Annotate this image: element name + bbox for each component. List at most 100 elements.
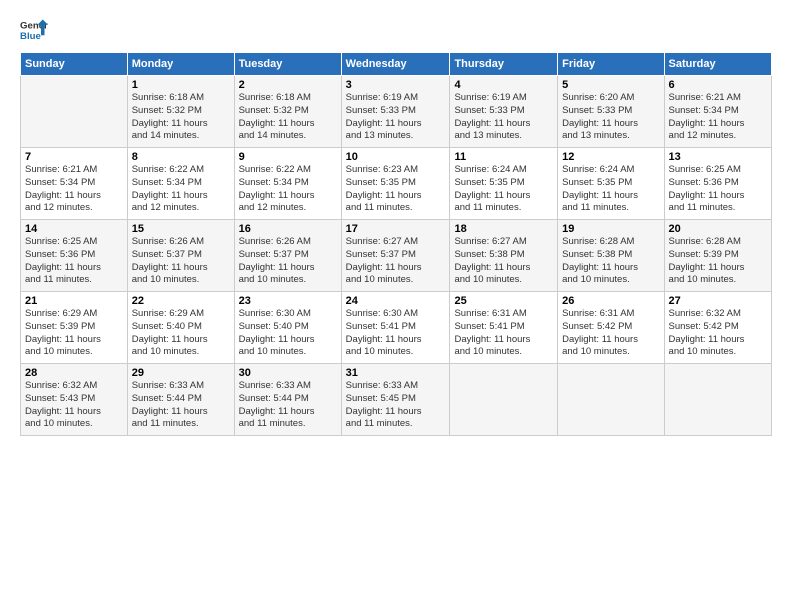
- day-info: Sunrise: 6:28 AM Sunset: 5:38 PM Dayligh…: [562, 236, 659, 287]
- calendar-week-4: 21Sunrise: 6:29 AM Sunset: 5:39 PM Dayli…: [21, 292, 772, 364]
- calendar-cell: [558, 364, 664, 436]
- day-number: 8: [132, 151, 230, 163]
- day-number: 25: [454, 295, 553, 307]
- calendar-week-2: 7Sunrise: 6:21 AM Sunset: 5:34 PM Daylig…: [21, 148, 772, 220]
- day-number: 5: [562, 79, 659, 91]
- calendar-cell: 14Sunrise: 6:25 AM Sunset: 5:36 PM Dayli…: [21, 220, 128, 292]
- calendar-header-wednesday: Wednesday: [341, 53, 450, 76]
- calendar-cell: [664, 364, 771, 436]
- day-info: Sunrise: 6:30 AM Sunset: 5:41 PM Dayligh…: [346, 308, 446, 359]
- day-number: 11: [454, 151, 553, 163]
- calendar-cell: 2Sunrise: 6:18 AM Sunset: 5:32 PM Daylig…: [234, 76, 341, 148]
- calendar-cell: 7Sunrise: 6:21 AM Sunset: 5:34 PM Daylig…: [21, 148, 128, 220]
- day-info: Sunrise: 6:25 AM Sunset: 5:36 PM Dayligh…: [25, 236, 123, 287]
- calendar-cell: 3Sunrise: 6:19 AM Sunset: 5:33 PM Daylig…: [341, 76, 450, 148]
- calendar-cell: [450, 364, 558, 436]
- day-info: Sunrise: 6:28 AM Sunset: 5:39 PM Dayligh…: [669, 236, 767, 287]
- day-info: Sunrise: 6:27 AM Sunset: 5:38 PM Dayligh…: [454, 236, 553, 287]
- calendar-cell: [21, 76, 128, 148]
- day-info: Sunrise: 6:23 AM Sunset: 5:35 PM Dayligh…: [346, 164, 446, 215]
- day-number: 2: [239, 79, 337, 91]
- calendar-cell: 22Sunrise: 6:29 AM Sunset: 5:40 PM Dayli…: [127, 292, 234, 364]
- day-info: Sunrise: 6:31 AM Sunset: 5:42 PM Dayligh…: [562, 308, 659, 359]
- calendar-cell: 19Sunrise: 6:28 AM Sunset: 5:38 PM Dayli…: [558, 220, 664, 292]
- day-number: 22: [132, 295, 230, 307]
- calendar-header-saturday: Saturday: [664, 53, 771, 76]
- day-number: 23: [239, 295, 337, 307]
- calendar-cell: 17Sunrise: 6:27 AM Sunset: 5:37 PM Dayli…: [341, 220, 450, 292]
- calendar-header-tuesday: Tuesday: [234, 53, 341, 76]
- calendar-cell: 28Sunrise: 6:32 AM Sunset: 5:43 PM Dayli…: [21, 364, 128, 436]
- day-number: 29: [132, 367, 230, 379]
- calendar-header-thursday: Thursday: [450, 53, 558, 76]
- day-info: Sunrise: 6:30 AM Sunset: 5:40 PM Dayligh…: [239, 308, 337, 359]
- calendar-cell: 15Sunrise: 6:26 AM Sunset: 5:37 PM Dayli…: [127, 220, 234, 292]
- calendar-cell: 8Sunrise: 6:22 AM Sunset: 5:34 PM Daylig…: [127, 148, 234, 220]
- header: General Blue: [20, 16, 772, 44]
- calendar-cell: 24Sunrise: 6:30 AM Sunset: 5:41 PM Dayli…: [341, 292, 450, 364]
- day-info: Sunrise: 6:19 AM Sunset: 5:33 PM Dayligh…: [346, 92, 446, 143]
- calendar-cell: 5Sunrise: 6:20 AM Sunset: 5:33 PM Daylig…: [558, 76, 664, 148]
- day-info: Sunrise: 6:20 AM Sunset: 5:33 PM Dayligh…: [562, 92, 659, 143]
- day-info: Sunrise: 6:19 AM Sunset: 5:33 PM Dayligh…: [454, 92, 553, 143]
- day-number: 30: [239, 367, 337, 379]
- calendar-cell: 1Sunrise: 6:18 AM Sunset: 5:32 PM Daylig…: [127, 76, 234, 148]
- day-info: Sunrise: 6:32 AM Sunset: 5:42 PM Dayligh…: [669, 308, 767, 359]
- day-info: Sunrise: 6:22 AM Sunset: 5:34 PM Dayligh…: [239, 164, 337, 215]
- day-info: Sunrise: 6:26 AM Sunset: 5:37 PM Dayligh…: [239, 236, 337, 287]
- calendar-cell: 11Sunrise: 6:24 AM Sunset: 5:35 PM Dayli…: [450, 148, 558, 220]
- calendar-cell: 29Sunrise: 6:33 AM Sunset: 5:44 PM Dayli…: [127, 364, 234, 436]
- day-number: 3: [346, 79, 446, 91]
- day-info: Sunrise: 6:33 AM Sunset: 5:44 PM Dayligh…: [239, 380, 337, 431]
- calendar-cell: 13Sunrise: 6:25 AM Sunset: 5:36 PM Dayli…: [664, 148, 771, 220]
- calendar-cell: 26Sunrise: 6:31 AM Sunset: 5:42 PM Dayli…: [558, 292, 664, 364]
- day-number: 27: [669, 295, 767, 307]
- day-info: Sunrise: 6:18 AM Sunset: 5:32 PM Dayligh…: [132, 92, 230, 143]
- calendar-cell: 16Sunrise: 6:26 AM Sunset: 5:37 PM Dayli…: [234, 220, 341, 292]
- day-info: Sunrise: 6:26 AM Sunset: 5:37 PM Dayligh…: [132, 236, 230, 287]
- svg-text:Blue: Blue: [20, 31, 41, 42]
- calendar-page: General Blue SundayMondayTuesdayWednesda…: [0, 0, 792, 612]
- calendar-header-sunday: Sunday: [21, 53, 128, 76]
- calendar-cell: 23Sunrise: 6:30 AM Sunset: 5:40 PM Dayli…: [234, 292, 341, 364]
- day-info: Sunrise: 6:29 AM Sunset: 5:39 PM Dayligh…: [25, 308, 123, 359]
- logo: General Blue: [20, 16, 52, 44]
- calendar-cell: 21Sunrise: 6:29 AM Sunset: 5:39 PM Dayli…: [21, 292, 128, 364]
- day-info: Sunrise: 6:32 AM Sunset: 5:43 PM Dayligh…: [25, 380, 123, 431]
- day-info: Sunrise: 6:24 AM Sunset: 5:35 PM Dayligh…: [454, 164, 553, 215]
- calendar-cell: 25Sunrise: 6:31 AM Sunset: 5:41 PM Dayli…: [450, 292, 558, 364]
- calendar-cell: 10Sunrise: 6:23 AM Sunset: 5:35 PM Dayli…: [341, 148, 450, 220]
- day-info: Sunrise: 6:27 AM Sunset: 5:37 PM Dayligh…: [346, 236, 446, 287]
- day-info: Sunrise: 6:24 AM Sunset: 5:35 PM Dayligh…: [562, 164, 659, 215]
- day-info: Sunrise: 6:25 AM Sunset: 5:36 PM Dayligh…: [669, 164, 767, 215]
- day-number: 6: [669, 79, 767, 91]
- day-number: 12: [562, 151, 659, 163]
- day-number: 17: [346, 223, 446, 235]
- day-number: 16: [239, 223, 337, 235]
- day-number: 28: [25, 367, 123, 379]
- day-info: Sunrise: 6:29 AM Sunset: 5:40 PM Dayligh…: [132, 308, 230, 359]
- calendar-week-3: 14Sunrise: 6:25 AM Sunset: 5:36 PM Dayli…: [21, 220, 772, 292]
- day-number: 19: [562, 223, 659, 235]
- calendar-cell: 20Sunrise: 6:28 AM Sunset: 5:39 PM Dayli…: [664, 220, 771, 292]
- calendar-week-5: 28Sunrise: 6:32 AM Sunset: 5:43 PM Dayli…: [21, 364, 772, 436]
- calendar-cell: 12Sunrise: 6:24 AM Sunset: 5:35 PM Dayli…: [558, 148, 664, 220]
- day-number: 15: [132, 223, 230, 235]
- calendar-table: SundayMondayTuesdayWednesdayThursdayFrid…: [20, 52, 772, 436]
- day-number: 1: [132, 79, 230, 91]
- day-number: 9: [239, 151, 337, 163]
- day-info: Sunrise: 6:22 AM Sunset: 5:34 PM Dayligh…: [132, 164, 230, 215]
- calendar-cell: 6Sunrise: 6:21 AM Sunset: 5:34 PM Daylig…: [664, 76, 771, 148]
- day-number: 21: [25, 295, 123, 307]
- day-number: 20: [669, 223, 767, 235]
- calendar-cell: 30Sunrise: 6:33 AM Sunset: 5:44 PM Dayli…: [234, 364, 341, 436]
- day-number: 24: [346, 295, 446, 307]
- day-info: Sunrise: 6:18 AM Sunset: 5:32 PM Dayligh…: [239, 92, 337, 143]
- calendar-header-row: SundayMondayTuesdayWednesdayThursdayFrid…: [21, 53, 772, 76]
- logo-icon: General Blue: [20, 16, 48, 44]
- day-info: Sunrise: 6:31 AM Sunset: 5:41 PM Dayligh…: [454, 308, 553, 359]
- day-number: 7: [25, 151, 123, 163]
- calendar-cell: 9Sunrise: 6:22 AM Sunset: 5:34 PM Daylig…: [234, 148, 341, 220]
- day-info: Sunrise: 6:33 AM Sunset: 5:45 PM Dayligh…: [346, 380, 446, 431]
- day-number: 26: [562, 295, 659, 307]
